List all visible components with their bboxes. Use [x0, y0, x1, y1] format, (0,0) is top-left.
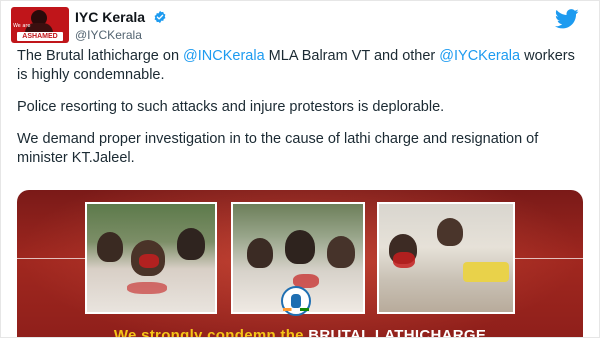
- injury-mark: [139, 254, 159, 268]
- crowd-person: [247, 238, 273, 268]
- congress-hand-logo-icon: [281, 286, 311, 316]
- media-divider-line: [17, 258, 85, 259]
- tweet-text-segment: MLA Balram VT and other: [264, 48, 440, 64]
- hand-symbol: [291, 294, 301, 308]
- hospital-bed-cloth: [463, 262, 509, 282]
- author-names: IYC Kerala @IYCKerala: [75, 8, 167, 42]
- mention-link-iyckerala[interactable]: @IYCKerala: [439, 48, 520, 64]
- tricolor-strip: [283, 308, 309, 311]
- tweet-text: The Brutal lathicharge on @INCKerala MLA…: [17, 47, 577, 181]
- injury-mark: [393, 252, 415, 268]
- avatar[interactable]: We are ASHAMED: [11, 7, 69, 43]
- tweet-paragraph-3: We demand proper investigation in to the…: [17, 131, 539, 166]
- avatar-badge-text: ASHAMED: [17, 32, 63, 41]
- tweet-text-segment: The Brutal lathicharge on: [17, 48, 184, 64]
- author-display-name[interactable]: IYC Kerala: [75, 9, 145, 25]
- crowd-person: [177, 228, 205, 260]
- author-handle[interactable]: @IYCKerala: [75, 28, 167, 42]
- protest-photo-1: [85, 202, 217, 314]
- tweet-card[interactable]: We are ASHAMED IYC Kerala @IYCKerala The…: [0, 0, 600, 338]
- tweet-paragraph-2: Police resorting to such attacks and inj…: [17, 99, 445, 115]
- avatar-caption: We are: [13, 23, 31, 29]
- verified-badge-icon: [154, 10, 165, 23]
- twitter-bird-icon[interactable]: [555, 9, 579, 29]
- crowd-person: [327, 236, 355, 268]
- tweet-paragraph-1: The Brutal lathicharge on @INCKerala MLA…: [17, 47, 577, 85]
- standing-person: [437, 218, 463, 246]
- media-divider-line: [515, 258, 583, 259]
- crowd-person: [97, 232, 123, 262]
- media-caption: We strongly condemn the BRUTAL LATHICHAR…: [17, 327, 583, 338]
- media-caption-part1: We strongly condemn the: [113, 327, 309, 338]
- crowd-person: [285, 230, 315, 264]
- mention-link-inckerala[interactable]: @INCKerala: [183, 48, 265, 64]
- protest-photo-3: [377, 202, 515, 314]
- tweet-header: We are ASHAMED IYC Kerala @IYCKerala: [11, 7, 591, 43]
- injury-mark: [127, 282, 167, 294]
- tweet-media-image[interactable]: We strongly condemn the BRUTAL LATHICHAR…: [17, 190, 583, 338]
- media-caption-part2: BRUTAL LATHICHARGE: [308, 327, 487, 338]
